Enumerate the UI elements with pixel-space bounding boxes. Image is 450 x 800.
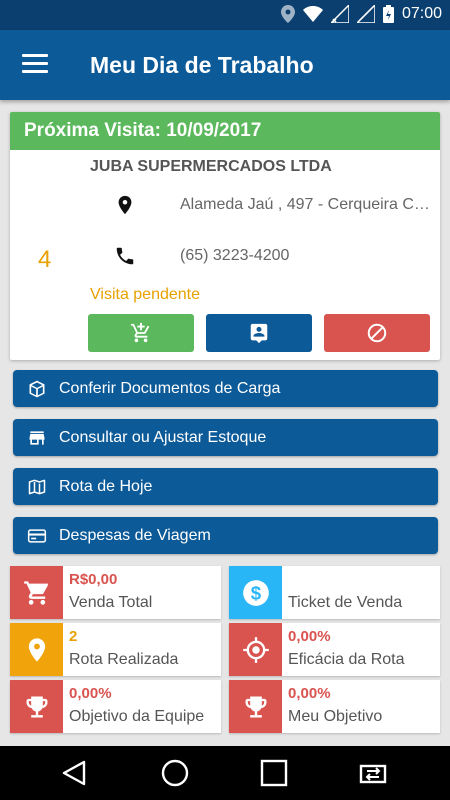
travel-expenses-button[interactable]: Despesas de Viagem [13, 517, 438, 554]
status-bar: 07:00 [0, 0, 450, 30]
tile-icon-box [10, 623, 63, 676]
tile-icon-box: $ [229, 566, 282, 619]
stat-value: 0,00% [69, 685, 112, 702]
tile-icon-box [10, 680, 63, 733]
menu-label: Conferir Documentos de Carga [59, 379, 281, 397]
stat-label: Eficácia da Rota [288, 651, 405, 668]
box-icon [29, 380, 45, 397]
credit-card-icon [27, 528, 47, 543]
address-text[interactable]: Alameda Jaú , 497 - Cerqueira César [180, 196, 432, 214]
tile-icon-box [10, 566, 63, 619]
wifi-icon [302, 6, 323, 22]
signal-icon [330, 5, 349, 23]
stat-label: Rota Realizada [69, 651, 179, 668]
trophy-icon [245, 696, 266, 717]
next-visit-header: Próxima Visita: 10/09/2017 [10, 112, 440, 150]
next-visit-card[interactable]: Próxima Visita: 10/09/2017 JUBA SUPERMER… [10, 112, 440, 360]
phone-icon [116, 247, 134, 265]
visit-status: Visita pendente [90, 286, 201, 303]
app-bar: Meu Dia de Trabalho [0, 30, 450, 100]
home-icon[interactable] [160, 758, 190, 788]
store-icon [29, 430, 45, 445]
company-name: JUBA SUPERMERCADOS LTDA [90, 158, 332, 175]
stat-label: Ticket de Venda [288, 594, 403, 611]
location-icon [280, 5, 295, 23]
block-icon [367, 323, 387, 343]
stat-value: 0,00% [288, 628, 331, 645]
contact-button[interactable] [206, 314, 312, 352]
stat-tile-objetivo-equipe[interactable]: 0,00% Objetivo da Equipe [10, 680, 221, 733]
signal-off-icon [356, 5, 375, 23]
location-pin-icon [28, 637, 45, 662]
switch-app-icon[interactable] [358, 758, 388, 788]
load-documents-button[interactable]: Conferir Documentos de Carga [13, 370, 438, 407]
stat-label: Venda Total [69, 594, 153, 611]
route-today-button[interactable]: Rota de Hoje [13, 468, 438, 505]
cart-icon [23, 580, 48, 605]
menu-label: Consultar ou Ajustar Estoque [59, 428, 267, 446]
menu-label: Rota de Hoje [59, 477, 153, 495]
visit-count: 4 [38, 246, 52, 273]
battery-icon [382, 5, 394, 23]
stat-tile-eficacia[interactable]: 0,00% Eficácia da Rota [229, 623, 440, 676]
contact-card-icon [250, 323, 268, 344]
trophy-icon [26, 696, 47, 717]
stat-value: 2 [69, 628, 78, 645]
status-time: 07:00 [401, 5, 442, 22]
svg-text:$: $ [250, 582, 261, 603]
stat-tile-venda-total[interactable]: R$0,00 Venda Total [10, 566, 221, 619]
tile-icon-box [229, 623, 282, 676]
status-icons: 07:00 [280, 5, 442, 23]
target-icon [242, 636, 269, 663]
stat-tile-meu-objetivo[interactable]: 0,00% Meu Objetivo [229, 680, 440, 733]
stat-label: Objetivo da Equipe [69, 708, 205, 725]
cancel-visit-button[interactable] [324, 314, 430, 352]
menu-label: Despesas de Viagem [59, 526, 211, 544]
hamburger-menu-icon[interactable] [22, 54, 48, 74]
location-pin-icon [118, 195, 132, 215]
back-icon[interactable] [60, 758, 90, 788]
map-icon [28, 479, 46, 494]
phone-text[interactable]: (65) 3223-4200 [180, 247, 432, 265]
stat-tile-rota-realizada[interactable]: 2 Rota Realizada [10, 623, 221, 676]
tile-icon-box [229, 680, 282, 733]
stat-value: R$0,00 [69, 571, 118, 588]
stat-label: Meu Objetivo [288, 708, 383, 725]
recents-icon[interactable] [259, 758, 289, 788]
stat-tile-ticket[interactable]: $ Ticket de Venda [229, 566, 440, 619]
add-cart-icon [130, 322, 150, 343]
page-title: Meu Dia de Trabalho [90, 52, 314, 78]
stat-value: 0,00% [288, 685, 331, 702]
stock-button[interactable]: Consultar ou Ajustar Estoque [13, 419, 438, 456]
navigation-bar [0, 746, 450, 800]
dollar-icon: $ [242, 579, 269, 606]
add-order-button[interactable] [88, 314, 194, 352]
